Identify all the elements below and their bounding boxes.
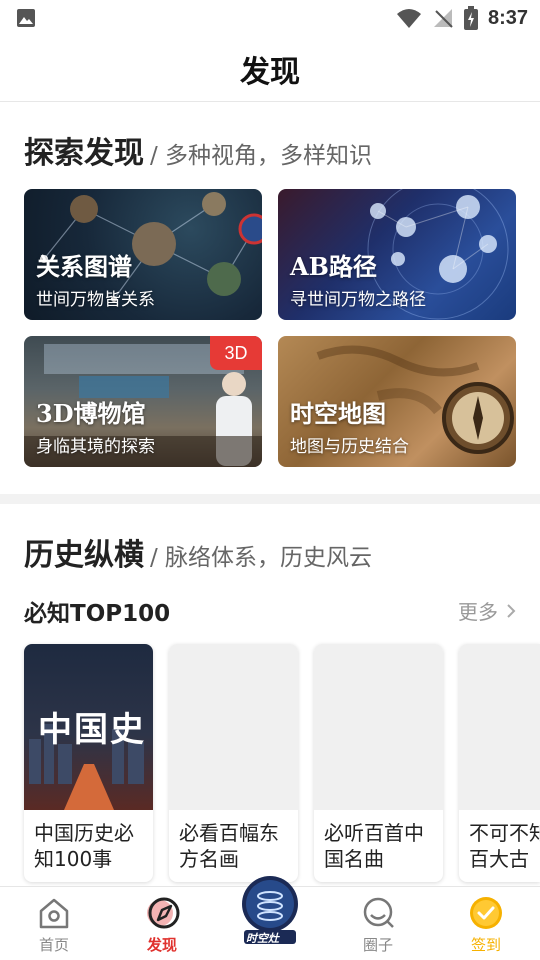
circle-chat-icon (363, 897, 394, 928)
card-title: 关系图谱 (36, 252, 132, 281)
nav-circle[interactable]: 圈子 (324, 887, 432, 960)
card-subtitle: 地图与历史结合 (290, 437, 409, 457)
book-card[interactable]: 必看百幅东方名画 (169, 644, 298, 882)
book-card[interactable]: 中国史 中国历史必知100事 (24, 644, 153, 882)
book-title: 必听百首中国名曲 (324, 821, 424, 871)
card-subtitle: 身临其境的探索 (36, 437, 155, 457)
chevron-right-icon (507, 603, 516, 618)
book-title: 必看百幅东方名画 (179, 821, 279, 871)
top100-title: 必知TOP100 (24, 601, 171, 627)
battery-charging-icon (463, 6, 478, 30)
book-cover (459, 644, 540, 810)
book-cover (314, 644, 443, 810)
checkin-icon (470, 897, 502, 929)
nav-label: 签到 (470, 936, 501, 954)
page-title: 发现 (240, 54, 300, 90)
status-bar: 8:37 (0, 0, 540, 36)
nav-home[interactable]: 首页 (0, 887, 108, 960)
card-subtitle: 寻世间万物之路径 (290, 290, 426, 310)
screen: 8:37 发现 探索发现 / 多种视角，多样知识 关系图谱 世间万物皆关系 AB… (0, 0, 540, 960)
nav-center-spacetime[interactable]: 时空灶 (240, 874, 300, 945)
book-cover: 中国史 (24, 644, 153, 810)
nav-label: 圈子 (362, 936, 393, 954)
nav-label: 首页 (38, 936, 69, 954)
more-label: 更多 (458, 600, 498, 624)
card-title: 3D博物馆 (36, 399, 146, 428)
book-cover-text: 中国史 (38, 710, 146, 750)
card-title: AB路径 (290, 252, 377, 281)
wifi-icon (396, 9, 421, 28)
book-card[interactable]: 必听百首中国名曲 (314, 644, 443, 882)
card-ab-path[interactable]: AB路径 寻世间万物之路径 (278, 189, 516, 320)
card-relation-graph[interactable]: 关系图谱 世间万物皆关系 (24, 189, 262, 320)
card-title: 时空地图 (290, 399, 386, 428)
card-subtitle: 世间万物皆关系 (36, 290, 155, 310)
explore-subtitle: / 多种视角，多样知识 (150, 143, 373, 169)
home-icon (39, 898, 69, 929)
no-signal-icon (433, 9, 453, 28)
history-subtitle: / 脉络体系，历史风云 (150, 545, 373, 571)
history-title: 历史纵横 (24, 538, 144, 573)
app-header: 发现 (0, 36, 540, 102)
nav-discover[interactable]: 发现 (108, 887, 216, 960)
nav-checkin[interactable]: 签到 (432, 887, 540, 960)
explore-title: 探索发现 (24, 136, 144, 171)
section-divider (0, 494, 540, 504)
3d-badge: 3D (210, 336, 262, 370)
center-logo-text: 时空灶 (246, 932, 279, 945)
compass-icon (147, 897, 180, 929)
more-link[interactable]: 更多 (458, 596, 516, 625)
photo-notification-icon (17, 9, 35, 27)
nav-label: 发现 (146, 936, 177, 954)
history-section-heading: 历史纵横 / 脉络体系，历史风云 (24, 530, 372, 574)
card-spacetime-map[interactable]: 时空地图 地图与历史结合 (278, 336, 516, 467)
status-time: 8:37 (487, 6, 528, 29)
book-cover (169, 644, 298, 810)
book-title: 中国历史必知100事 (34, 821, 134, 871)
explore-section-heading: 探索发现 / 多种视角，多样知识 (24, 128, 372, 172)
card-3d-museum[interactable]: 3D 3D博物馆 身临其境的探索 (24, 336, 262, 467)
book-title: 不可不知的百大古 (469, 821, 540, 871)
book-card[interactable]: 不可不知的百大古 (459, 644, 540, 882)
